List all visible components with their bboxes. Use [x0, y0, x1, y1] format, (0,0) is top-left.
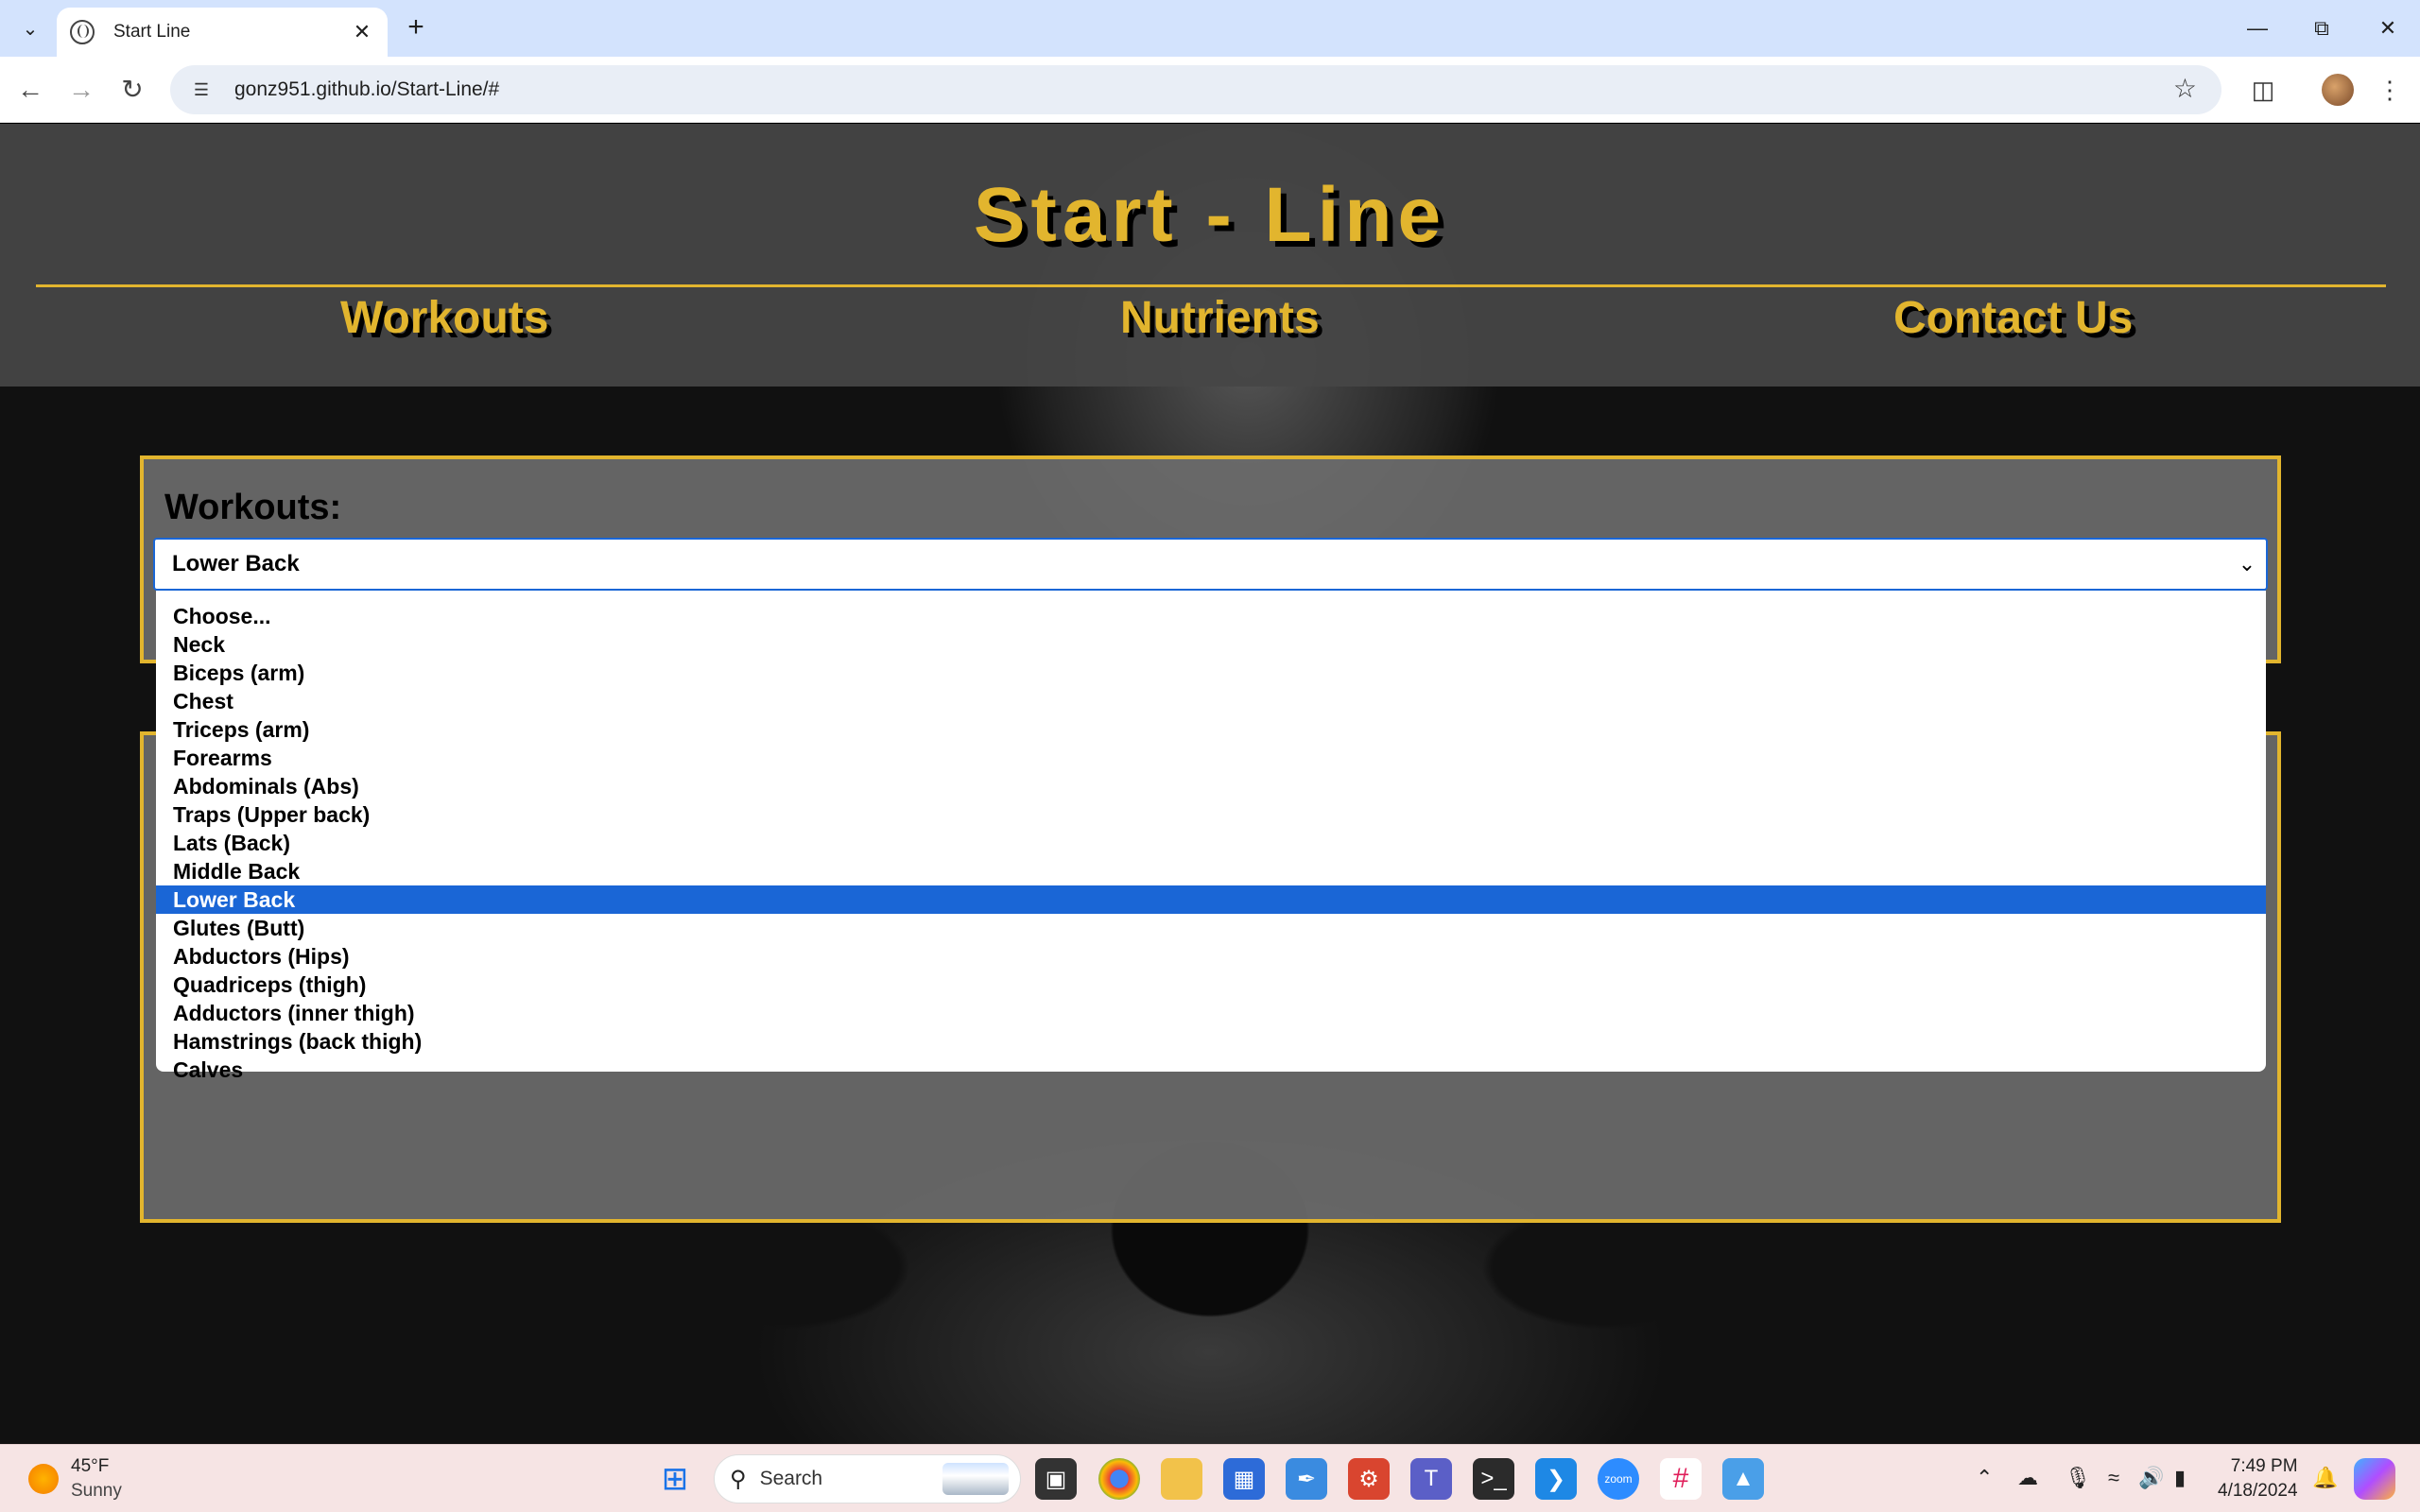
- minimize-icon[interactable]: —: [2238, 9, 2276, 47]
- new-tab-button[interactable]: +: [399, 11, 433, 45]
- restore-icon[interactable]: ⧉: [2303, 9, 2341, 47]
- option-abductors[interactable]: Abductors (Hips): [156, 942, 2266, 971]
- system-clock[interactable]: 7:49 PM 4/18/2024: [2218, 1454, 2298, 1503]
- window-close-icon[interactable]: ✕: [2369, 9, 2407, 47]
- option-lower-back[interactable]: Lower Back: [156, 885, 2266, 914]
- option-choose[interactable]: Choose...: [156, 602, 2266, 630]
- clock-date: 4/18/2024: [2218, 1481, 2298, 1501]
- microsoft-store-icon[interactable]: ▦: [1223, 1458, 1265, 1500]
- windows-taskbar: 45°F Sunny ⊞ ⚲ Search ▣ ▦ ✒ ⚙ T >_ ❯ zoo…: [0, 1444, 2420, 1512]
- bookmark-star-icon[interactable]: ☆: [2173, 73, 2197, 104]
- browser-tab-bar: ⌄ Start Line ✕ + — ⧉ ✕: [0, 0, 2420, 57]
- speaker-icon[interactable]: 🔊: [2138, 1466, 2164, 1490]
- zoom-icon[interactable]: zoom: [1598, 1458, 1639, 1500]
- option-neck[interactable]: Neck: [156, 630, 2266, 659]
- option-adductors[interactable]: Adductors (inner thigh): [156, 999, 2266, 1027]
- back-icon[interactable]: ←: [11, 71, 49, 109]
- copilot-icon[interactable]: [2354, 1458, 2395, 1500]
- onedrive-icon[interactable]: ☁: [2017, 1466, 2038, 1490]
- search-icon: ⚲: [730, 1466, 747, 1492]
- tab-title: Start Line: [113, 22, 191, 42]
- battery-icon[interactable]: ▮: [2174, 1466, 2186, 1490]
- task-view-icon[interactable]: ▣: [1035, 1458, 1077, 1500]
- profile-avatar[interactable]: [2322, 74, 2354, 106]
- extensions-icon[interactable]: ◫: [2244, 71, 2282, 109]
- tab-search-chevron-icon[interactable]: ⌄: [13, 11, 47, 45]
- option-chest[interactable]: Chest: [156, 687, 2266, 715]
- photos-app-icon[interactable]: ▲: [1722, 1458, 1764, 1500]
- option-lats[interactable]: Lats (Back): [156, 829, 2266, 857]
- nav-nutrients[interactable]: Nutrients: [1120, 292, 1320, 344]
- globe-icon: [70, 20, 95, 44]
- url-text[interactable]: gonz951.github.io/Start-Line/#: [234, 78, 499, 101]
- chevron-up-icon[interactable]: ⌃: [1976, 1466, 1993, 1490]
- teams-icon[interactable]: T: [1410, 1458, 1452, 1500]
- slack-icon[interactable]: #: [1660, 1458, 1702, 1500]
- menu-dots-icon[interactable]: ⋮: [2371, 71, 2409, 109]
- forward-icon[interactable]: →: [62, 71, 100, 109]
- close-tab-icon[interactable]: ✕: [350, 20, 374, 44]
- notification-bell-icon[interactable]: 🔔: [2312, 1466, 2338, 1490]
- workouts-label: Workouts:: [164, 488, 342, 527]
- site-header: Start - Line Workouts Nutrients Contact …: [0, 124, 2420, 387]
- site-info-icon[interactable]: ☰: [187, 76, 216, 104]
- option-calves[interactable]: Calves: [156, 1056, 2266, 1084]
- option-middle-back[interactable]: Middle Back: [156, 857, 2266, 885]
- workouts-dropdown-list: Choose... Neck Biceps (arm) Chest Tricep…: [156, 591, 2266, 1082]
- weather-temp[interactable]: 45°F: [71, 1456, 109, 1477]
- clock-time: 7:49 PM: [2230, 1456, 2298, 1476]
- site-title: Start - Line: [973, 172, 1447, 258]
- option-hamstrings[interactable]: Hamstrings (back thigh): [156, 1027, 2266, 1056]
- option-abdominals[interactable]: Abdominals (Abs): [156, 772, 2266, 800]
- settings-app-icon[interactable]: ⚙: [1348, 1458, 1390, 1500]
- option-forearms[interactable]: Forearms: [156, 744, 2266, 772]
- chrome-icon[interactable]: [1098, 1458, 1140, 1500]
- nav-contact-us[interactable]: Contact Us: [1893, 292, 2133, 344]
- option-glutes[interactable]: Glutes (Butt): [156, 914, 2266, 942]
- option-biceps[interactable]: Biceps (arm): [156, 659, 2266, 687]
- terminal-icon[interactable]: >_: [1473, 1458, 1514, 1500]
- header-divider: [36, 284, 2386, 287]
- chevron-down-icon[interactable]: ⌄: [2228, 552, 2266, 576]
- vscode-icon[interactable]: ❯: [1535, 1458, 1577, 1500]
- weather-condition[interactable]: Sunny: [71, 1481, 122, 1502]
- search-highlight-image: [942, 1463, 1009, 1495]
- wifi-icon[interactable]: ≈: [2108, 1466, 2119, 1490]
- browser-toolbar: ← → ↻ ☰ gonz951.github.io/Start-Line/# ☆…: [0, 57, 2420, 123]
- option-traps[interactable]: Traps (Upper back): [156, 800, 2266, 829]
- address-bar[interactable]: ☰ gonz951.github.io/Start-Line/# ☆: [170, 65, 2221, 114]
- sun-icon[interactable]: [28, 1464, 59, 1494]
- pen-app-icon[interactable]: ✒: [1286, 1458, 1327, 1500]
- workouts-select[interactable]: Lower Back ⌄: [153, 538, 2268, 591]
- microphone-icon[interactable]: 🎙: [2065, 1466, 2091, 1490]
- option-triceps[interactable]: Triceps (arm): [156, 715, 2266, 744]
- browser-tab[interactable]: Start Line ✕: [57, 8, 388, 57]
- file-explorer-icon[interactable]: [1161, 1458, 1202, 1500]
- taskbar-search[interactable]: ⚲ Search: [714, 1454, 1021, 1503]
- select-value: Lower Back: [172, 551, 300, 576]
- nav-workouts[interactable]: Workouts: [340, 292, 548, 344]
- reload-icon[interactable]: ↻: [113, 71, 151, 109]
- windows-start-icon[interactable]: ⊞: [654, 1458, 696, 1500]
- option-quadriceps[interactable]: Quadriceps (thigh): [156, 971, 2266, 999]
- search-label: Search: [759, 1468, 823, 1489]
